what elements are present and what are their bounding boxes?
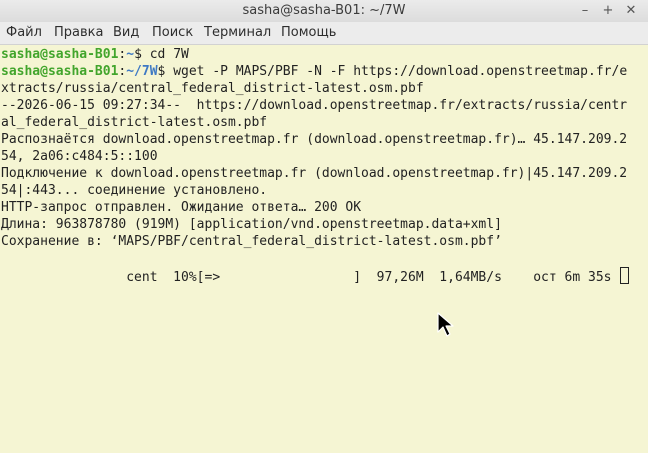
prompt-user: sasha@sasha-B01 — [1, 47, 119, 62]
terminal-scrollbar[interactable] — [640, 45, 648, 453]
menu-terminal[interactable]: Терминал — [204, 25, 271, 40]
close-icon[interactable]: ✕ — [622, 2, 640, 20]
menu-help[interactable]: Помощь — [281, 25, 336, 40]
maximize-icon[interactable]: + — [599, 2, 617, 20]
output-line: 54, 2a06:c484:5::100 — [1, 149, 158, 164]
output-line: Подключение к download.openstreetmap.fr … — [1, 166, 628, 181]
output-line: 54|:443... соединение установлено. — [1, 183, 268, 198]
prompt-line-1: sasha@sasha-B01:~$ cd 7W — [1, 47, 189, 62]
command-text: $ wget -P MAPS/PBF -N -F https://downloa… — [157, 64, 628, 79]
output-line: --2026-06-15 09:27:34-- https://download… — [1, 98, 628, 113]
output-line: HTTP-запрос отправлен. Ожидание ответа… … — [1, 200, 362, 215]
menu-edit[interactable]: Правка — [54, 25, 103, 40]
prompt-path: ~/7W — [126, 64, 158, 79]
menu-file[interactable]: Файл — [6, 25, 42, 40]
mouse-pointer-icon — [437, 312, 454, 337]
title-bar[interactable]: sasha@sasha-B01: ~/7W – + ✕ — [0, 0, 648, 22]
menu-search[interactable]: Поиск — [152, 25, 193, 40]
menu-bar: Файл Правка Вид Поиск Терминал Помощь — [0, 22, 648, 45]
progress-line: cent 10%[=> ] 97,26M 1,64MB/s ост 6m 35s — [1, 267, 630, 286]
terminal-output[interactable]: sasha@sasha-B01:~$ cd 7W sasha@sasha-B01… — [0, 45, 648, 453]
output-line: Распознаётся download.openstreetmap.fr (… — [1, 132, 628, 147]
menu-view[interactable]: Вид — [113, 25, 139, 40]
output-line: Сохранение в: ‘MAPS/PBF/central_federal_… — [1, 234, 502, 249]
text-cursor — [620, 267, 630, 284]
command-text: $ cd 7W — [134, 47, 189, 62]
prompt-line-2: sasha@sasha-B01:~/7W$ wget -P MAPS/PBF -… — [1, 64, 628, 79]
output-line: xtracts/russia/central_federal_district-… — [1, 81, 424, 96]
terminal-window: sasha@sasha-B01: ~/7W – + ✕ Файл Правка … — [0, 0, 648, 453]
window-title: sasha@sasha-B01: ~/7W — [242, 3, 406, 18]
output-line: al_federal_district-latest.osm.pbf — [1, 115, 268, 130]
progress-text: cent 10%[=> ] 97,26M 1,64MB/s ост 6m 35s — [1, 270, 620, 285]
minimize-icon[interactable]: – — [576, 2, 594, 20]
prompt-user: sasha@sasha-B01 — [1, 64, 119, 79]
output-line: Длина: 963878780 (919M) [application/vnd… — [1, 217, 502, 232]
prompt-path: ~ — [126, 47, 135, 62]
